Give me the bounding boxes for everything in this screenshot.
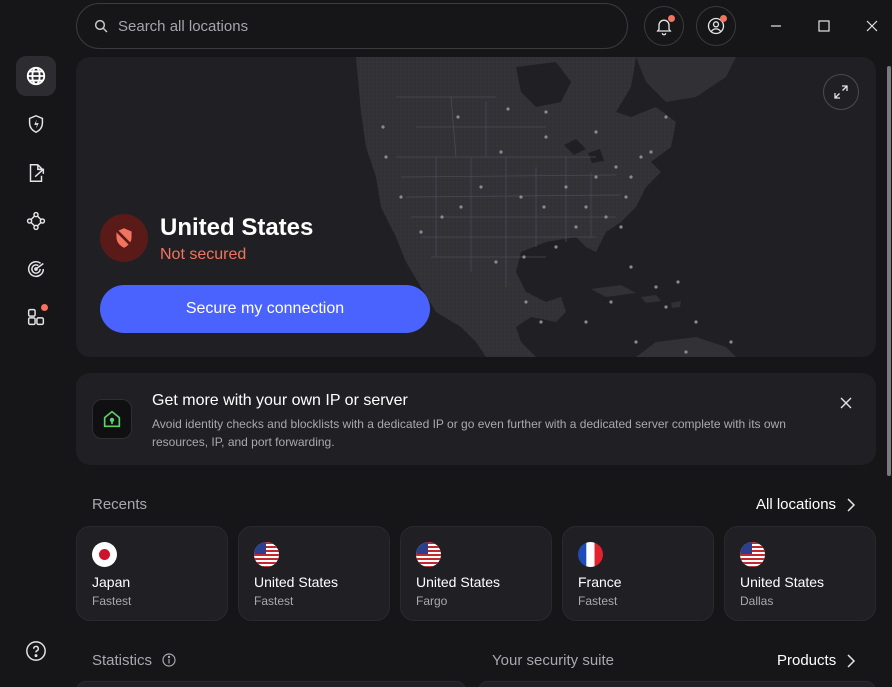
map-card: United States Not secured Secure my conn…	[76, 57, 876, 357]
france-flag-icon	[578, 542, 603, 567]
recent-server: Fargo	[416, 594, 448, 608]
us-flag-icon	[740, 542, 765, 567]
search-bar[interactable]	[76, 3, 628, 49]
radar-icon	[28, 260, 45, 278]
connection-status: Not secured	[160, 246, 247, 263]
recent-location-card[interactable]: France Fastest	[562, 526, 714, 621]
recent-country: Japan	[92, 574, 131, 590]
shield-off-icon	[114, 228, 134, 248]
globe-icon	[26, 66, 46, 86]
maximize-button[interactable]	[810, 12, 838, 40]
statistics-label-text: Statistics	[92, 652, 153, 669]
sidebar	[0, 0, 72, 687]
dedicated-ip-icon	[92, 399, 132, 439]
notifications-button[interactable]	[644, 6, 684, 46]
all-locations-link[interactable]: All locations	[756, 496, 856, 513]
sidebar-item-file-sharing[interactable]	[16, 153, 56, 193]
secure-connection-button[interactable]: Secure my connection	[100, 285, 430, 333]
all-locations-label: All locations	[756, 496, 837, 513]
us-flag-icon	[416, 542, 441, 567]
recent-location-card[interactable]: Japan Fastest	[76, 526, 228, 621]
recent-location-card[interactable]: United States Dallas	[724, 526, 876, 621]
expand-icon	[834, 85, 848, 99]
us-flag-icon	[254, 542, 279, 567]
promo-text: Avoid identity checks and blocklists wit…	[152, 417, 786, 449]
recent-server: Dallas	[740, 594, 774, 608]
info-icon[interactable]	[162, 653, 176, 667]
minimize-icon	[771, 25, 781, 27]
recent-server: Fastest	[254, 594, 294, 608]
close-icon	[866, 20, 878, 32]
recent-server: Fastest	[92, 594, 132, 608]
promo-close-button[interactable]	[836, 393, 856, 413]
promo-title: Get more with your own IP or server	[152, 392, 408, 409]
chevron-right-icon	[847, 497, 856, 512]
file-export-icon	[29, 164, 45, 182]
sidebar-item-dark-web-monitor[interactable]	[16, 249, 56, 289]
help-icon[interactable]	[25, 640, 47, 662]
close-window-button[interactable]	[858, 12, 886, 40]
account-badge	[720, 15, 727, 22]
search-icon	[94, 19, 108, 33]
mesh-icon	[26, 211, 46, 231]
current-country: United States	[160, 214, 314, 241]
search-input[interactable]	[118, 17, 598, 35]
recent-country: United States	[740, 574, 825, 590]
sidebar-item-threat-protection[interactable]	[16, 104, 56, 144]
products-label: Products	[777, 652, 837, 669]
expand-map-button[interactable]	[823, 74, 859, 110]
security-suite-label: Your security suite	[492, 652, 615, 669]
notification-badge	[668, 15, 675, 22]
recents-label: Recents	[92, 496, 148, 513]
recent-location-card[interactable]: United States Fastest	[238, 526, 390, 621]
recent-country: United States	[254, 574, 339, 590]
products-link[interactable]: Products	[777, 652, 856, 669]
statistics-card	[76, 681, 466, 687]
chevron-right-icon	[847, 653, 856, 668]
shield-bolt-icon	[28, 114, 44, 134]
sidebar-item-locations[interactable]	[16, 56, 56, 96]
connection-status-icon	[100, 214, 148, 262]
scrollbar[interactable]	[887, 66, 891, 476]
sidebar-item-apps[interactable]	[16, 297, 56, 337]
promo-card: Get more with your own IP or server Avoi…	[76, 373, 876, 465]
sidebar-item-meshnet[interactable]	[16, 201, 56, 241]
minimize-button[interactable]	[762, 12, 790, 40]
apps-badge	[41, 304, 48, 311]
japan-flag-icon	[92, 542, 117, 567]
recent-location-card[interactable]: United States Fargo	[400, 526, 552, 621]
close-icon	[840, 397, 852, 409]
recent-server: Fastest	[578, 594, 618, 608]
security-suite-card	[478, 681, 876, 687]
maximize-icon	[818, 20, 830, 32]
account-button[interactable]	[696, 6, 736, 46]
recent-country: United States	[416, 574, 501, 590]
statistics-label: Statistics	[92, 652, 176, 669]
recent-country: France	[578, 574, 622, 590]
